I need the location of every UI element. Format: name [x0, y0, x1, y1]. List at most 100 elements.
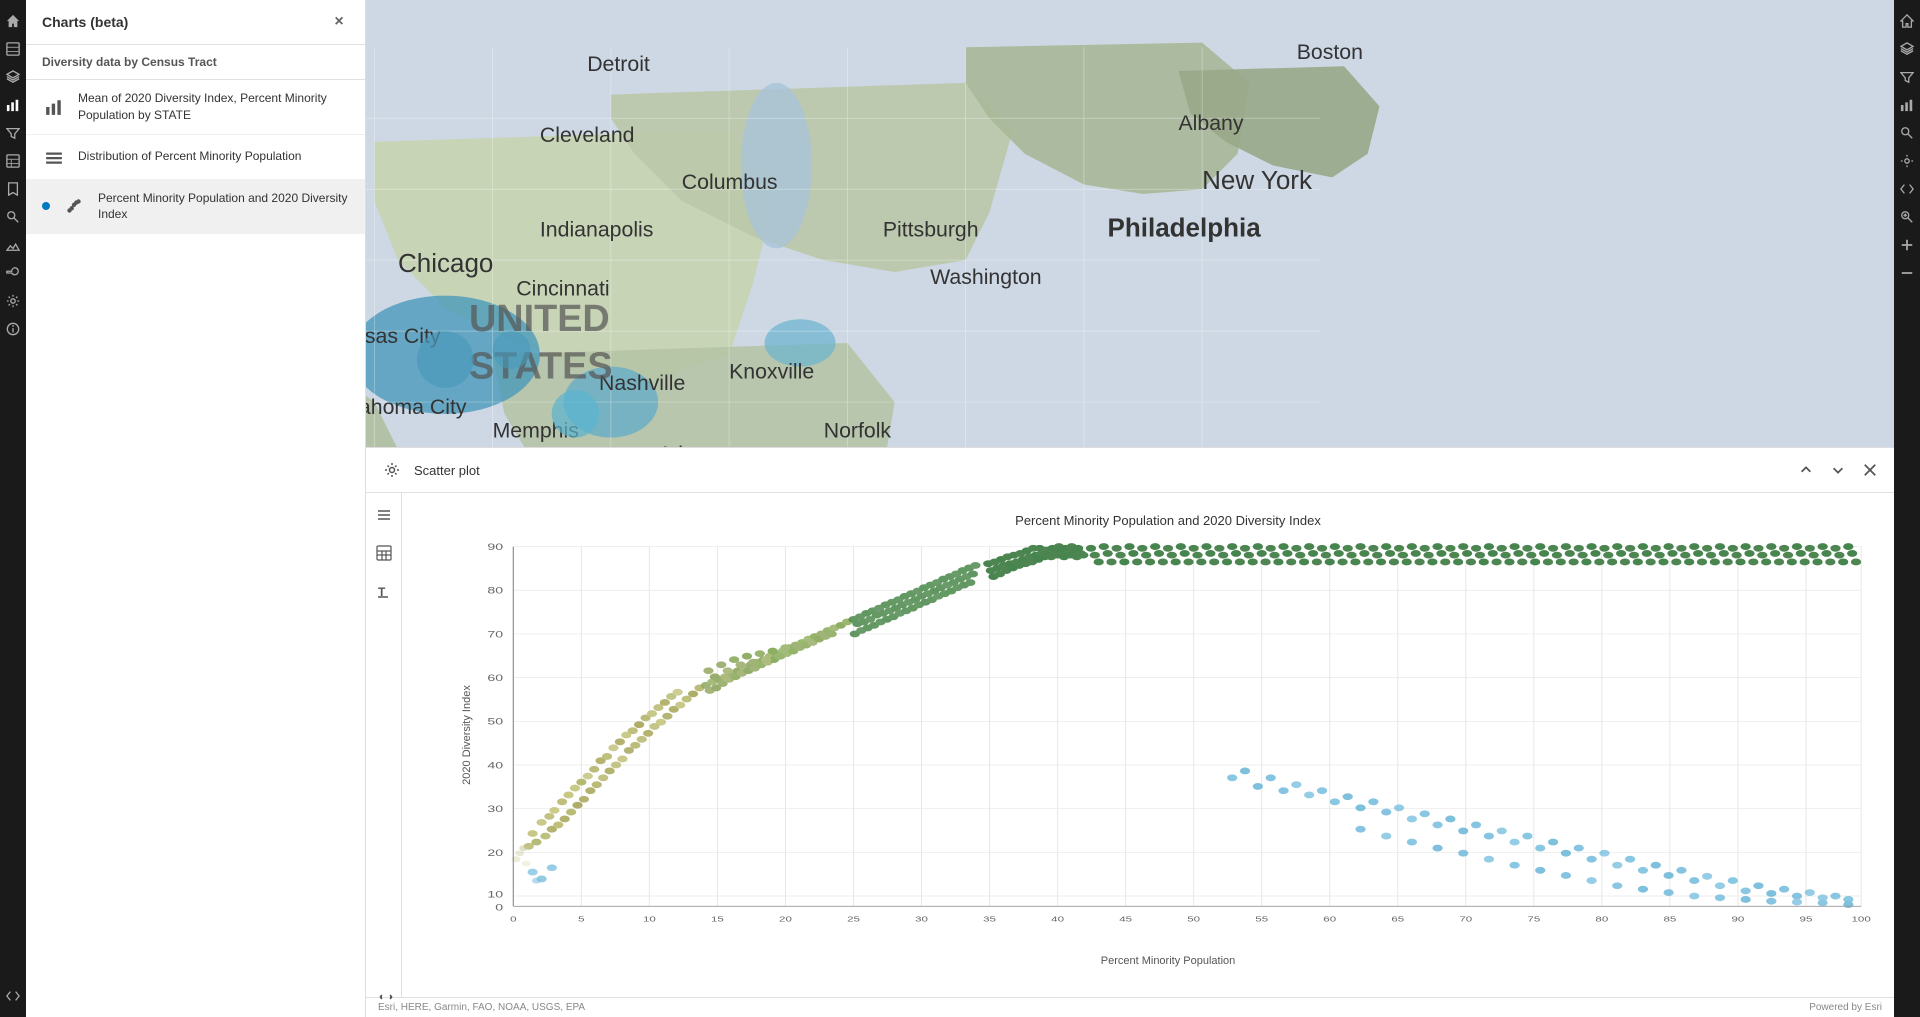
right-filter-icon[interactable]: [1894, 64, 1920, 90]
right-chart-icon[interactable]: [1894, 92, 1920, 118]
right-zoom-icon[interactable]: [1894, 204, 1920, 230]
nav-table[interactable]: [0, 148, 26, 174]
right-layers-icon[interactable]: [1894, 36, 1920, 62]
panel-title: Charts (beta): [42, 14, 128, 30]
svg-text:35: 35: [983, 915, 996, 924]
scatter-footer: Esri, HERE, Garmin, FAO, NOAA, USGS, EPA…: [366, 997, 1894, 1017]
right-minus-icon[interactable]: [1894, 260, 1920, 286]
svg-text:0: 0: [510, 915, 517, 924]
bar-chart-icon-1: [42, 95, 66, 119]
svg-text:Norfolk: Norfolk: [824, 419, 892, 443]
chart-list: Mean of 2020 Diversity Index, Percent Mi…: [26, 80, 365, 1017]
svg-text:95: 95: [1800, 915, 1813, 924]
chart-item-3[interactable]: Percent Minority Population and 2020 Div…: [26, 180, 365, 235]
svg-text:20: 20: [487, 847, 503, 858]
svg-text:Chicago: Chicago: [398, 248, 493, 278]
nav-charts[interactable]: [0, 92, 26, 118]
expand-button[interactable]: [374, 985, 398, 1009]
nav-layers[interactable]: [0, 64, 26, 90]
close-scatter-button[interactable]: [1858, 458, 1882, 482]
collapse-up-button[interactable]: [1794, 458, 1818, 482]
collapse-down-button[interactable]: [1826, 458, 1850, 482]
svg-text:Cincinnati: Cincinnati: [516, 277, 609, 301]
scatter-title: Scatter plot: [414, 463, 480, 478]
nav-settings[interactable]: [0, 288, 26, 314]
right-settings-icon[interactable]: [1894, 148, 1920, 174]
svg-text:75: 75: [1527, 915, 1540, 924]
svg-text:10: 10: [643, 915, 656, 924]
side-panel-header: Charts (beta) ×: [26, 0, 365, 45]
svg-text:Pittsburgh: Pittsburgh: [883, 218, 979, 242]
svg-text:70: 70: [1459, 915, 1472, 924]
svg-text:70: 70: [487, 629, 503, 640]
close-panel-button[interactable]: ×: [329, 12, 349, 32]
svg-text:Boston: Boston: [1297, 40, 1363, 64]
scatter-body: T Percent Minority Population and 2020 D…: [366, 493, 1894, 997]
footer-powered-by: Powered by Esri: [1809, 1002, 1882, 1013]
scatter-chart-area: Percent Minority Population and 2020 Div…: [402, 493, 1894, 997]
side-panel: Charts (beta) × Diversity data by Census…: [26, 0, 366, 1017]
chart-item-label-2: Distribution of Percent Minority Populat…: [78, 148, 301, 165]
settings-icon[interactable]: [378, 456, 406, 484]
nav-home[interactable]: [0, 8, 26, 34]
svg-text:30: 30: [487, 803, 503, 814]
right-search-icon[interactable]: [1894, 120, 1920, 146]
right-home-icon[interactable]: [1894, 8, 1920, 34]
list-tool-button[interactable]: [370, 501, 398, 529]
svg-text:New York: New York: [1202, 165, 1313, 195]
svg-text:50: 50: [1187, 915, 1200, 924]
svg-text:60: 60: [1323, 915, 1336, 924]
svg-text:90: 90: [1732, 915, 1745, 924]
chart-item-2[interactable]: Distribution of Percent Minority Populat…: [26, 135, 365, 180]
x-axis-label: Percent Minority Population: [1101, 955, 1236, 967]
right-expand-icon[interactable]: [1894, 176, 1920, 202]
svg-text:50: 50: [487, 716, 503, 727]
svg-text:85: 85: [1663, 915, 1676, 924]
nav-info[interactable]: [0, 316, 26, 342]
format-tool-button[interactable]: T: [370, 577, 398, 605]
svg-text:Detroit: Detroit: [587, 52, 650, 76]
nav-tools[interactable]: [0, 260, 26, 286]
nav-analyze[interactable]: [0, 232, 26, 258]
table-tool-button[interactable]: [370, 539, 398, 567]
svg-text:Washington: Washington: [930, 265, 1042, 289]
svg-text:45: 45: [1119, 915, 1132, 924]
nav-filter[interactable]: [0, 120, 26, 146]
footer-attribution: Esri, HERE, Garmin, FAO, NOAA, USGS, EPA: [378, 1002, 585, 1013]
nav-search[interactable]: [0, 204, 26, 230]
scatter-svg: 90 80 70 60 50 40 30 20 10 0 0 5 10: [462, 538, 1874, 932]
scatter-panel: Scatter plot: [366, 447, 1894, 1017]
svg-text:0: 0: [495, 902, 503, 913]
svg-text:Cleveland: Cleveland: [540, 123, 635, 147]
nav-map[interactable]: [0, 36, 26, 62]
svg-text:80: 80: [487, 585, 503, 596]
svg-text:15: 15: [711, 915, 724, 924]
svg-text:5: 5: [578, 915, 585, 924]
scatter-left-tools: T: [366, 493, 402, 997]
svg-text:65: 65: [1391, 915, 1404, 924]
svg-text:STATES: STATES: [469, 345, 613, 387]
svg-text:Knoxville: Knoxville: [729, 359, 814, 383]
chart-item-1[interactable]: Mean of 2020 Diversity Index, Percent Mi…: [26, 80, 365, 135]
y-axis-label: 2020 Diversity Index: [461, 685, 473, 785]
svg-text:80: 80: [1595, 915, 1608, 924]
scatter-header-left: Scatter plot: [378, 456, 480, 484]
nav-collapse[interactable]: [0, 983, 26, 1009]
right-icon-bar: [1894, 0, 1920, 1017]
svg-text:100: 100: [1852, 915, 1872, 924]
scatter-header: Scatter plot: [366, 448, 1894, 493]
svg-text:Oklahoma City: Oklahoma City: [366, 395, 467, 419]
svg-text:10: 10: [487, 889, 503, 900]
svg-text:Indianapolis: Indianapolis: [540, 218, 654, 242]
svg-text:UNITED: UNITED: [469, 298, 610, 340]
svg-text:30: 30: [915, 915, 928, 924]
svg-text:Columbus: Columbus: [682, 170, 778, 194]
nav-bookmark[interactable]: [0, 176, 26, 202]
left-icon-bar: [0, 0, 26, 1017]
svg-text:25: 25: [847, 915, 860, 924]
svg-text:60: 60: [487, 672, 503, 683]
right-plus-icon[interactable]: [1894, 232, 1920, 258]
svg-text:55: 55: [1255, 915, 1268, 924]
svg-text:40: 40: [487, 760, 503, 771]
main-content: Chicago Detroit Cleveland Albany Boston …: [366, 0, 1920, 1017]
